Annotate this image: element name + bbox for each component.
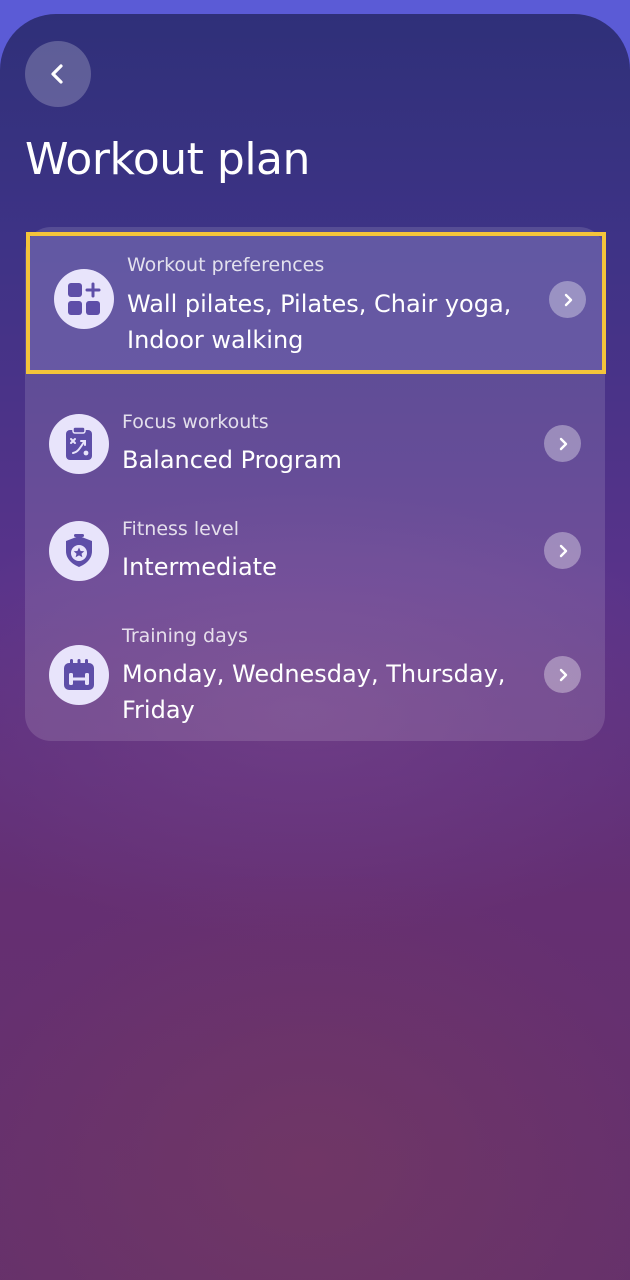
training-days-chevron-button[interactable] bbox=[544, 656, 581, 693]
chevron-left-icon bbox=[51, 64, 63, 84]
workout-preferences-chevron-button[interactable] bbox=[549, 281, 586, 318]
grid-plus-icon bbox=[54, 269, 114, 329]
page-title: Workout plan bbox=[25, 134, 310, 185]
fitness-level-value: Intermediate bbox=[122, 553, 277, 581]
training-days-value: Monday, Wednesday, Thursday, Friday bbox=[122, 660, 506, 724]
calendar-dumbbell-icon bbox=[49, 645, 109, 705]
clipboard-strategy-icon bbox=[49, 414, 109, 474]
focus-workouts-chevron-button[interactable] bbox=[544, 425, 581, 462]
fitness-level-label: Fitness level bbox=[122, 518, 240, 540]
workout-preferences-label: Workout preferences bbox=[127, 254, 325, 276]
training-days-row[interactable]: Training days Monday, Wednesday, Thursda… bbox=[25, 591, 605, 741]
chevron-right-icon bbox=[559, 668, 567, 681]
workout-plan-card: Workout preferences Wall pilates, Pilate… bbox=[25, 227, 606, 741]
fitness-level-chevron-button[interactable] bbox=[544, 532, 581, 569]
back-button[interactable] bbox=[25, 41, 91, 107]
workout-preferences-row[interactable]: Workout preferences Wall pilates, Pilate… bbox=[26, 232, 606, 374]
fitness-level-row[interactable]: Fitness level Intermediate bbox=[25, 484, 605, 591]
focus-workouts-label: Focus workouts bbox=[122, 411, 269, 433]
chevron-right-icon bbox=[564, 293, 572, 306]
shield-star-icon bbox=[49, 521, 109, 581]
workout-plan-screen: Workout plan Workout preferences Wall pi… bbox=[0, 14, 630, 1280]
chevron-right-icon bbox=[559, 437, 567, 450]
focus-workouts-value: Balanced Program bbox=[122, 446, 342, 474]
training-days-label: Training days bbox=[122, 625, 248, 647]
workout-preferences-value: Wall pilates, Pilates, Chair yoga, Indoo… bbox=[127, 290, 512, 354]
focus-workouts-row[interactable]: Focus workouts Balanced Program bbox=[25, 377, 605, 487]
chevron-right-icon bbox=[559, 544, 567, 557]
